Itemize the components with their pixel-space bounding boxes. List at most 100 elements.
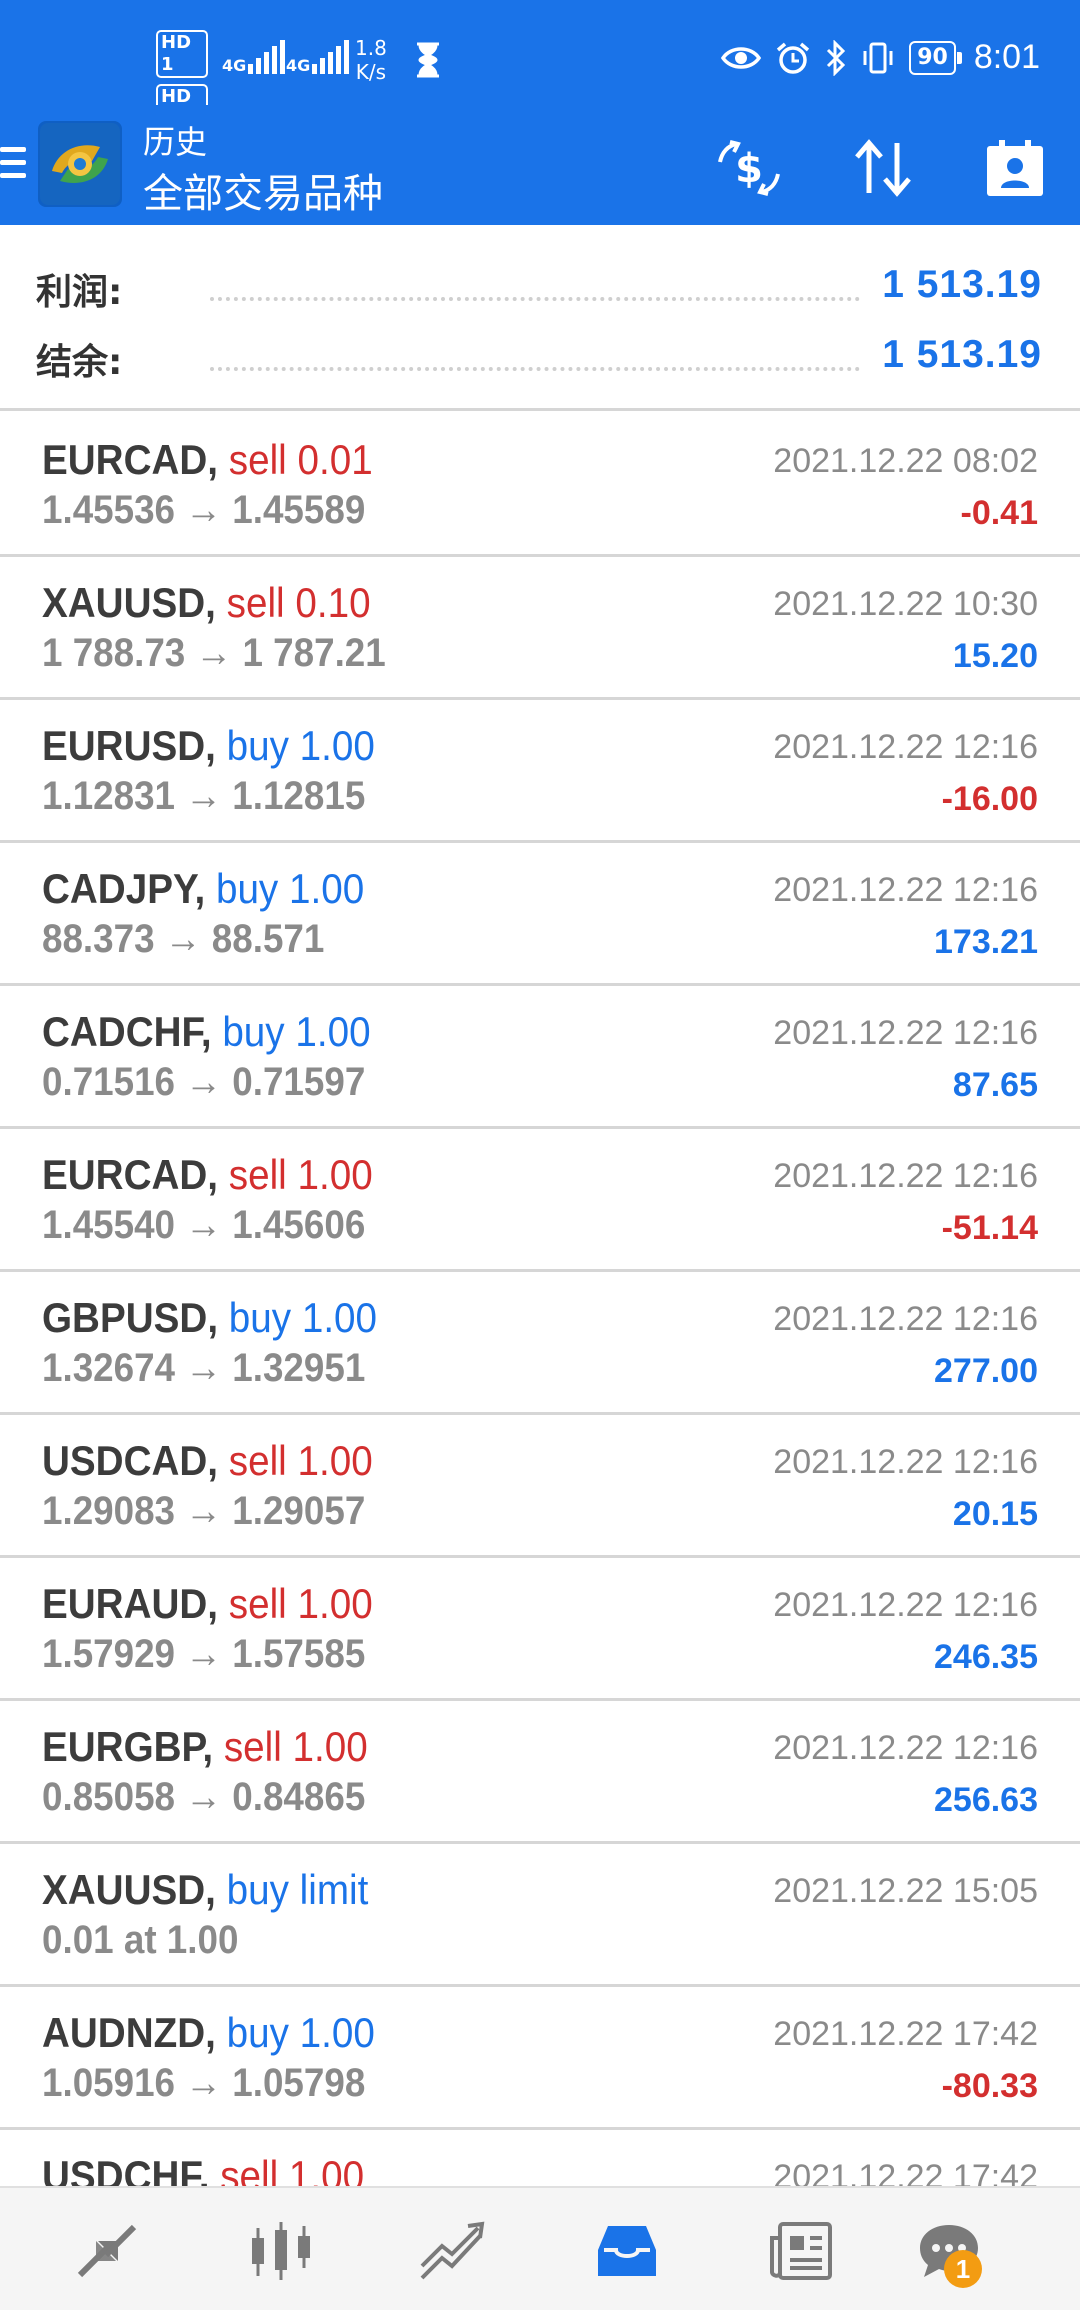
trade-prices: 1.45540 → 1.45606 xyxy=(42,1203,366,1247)
trade-profit: 256.63 xyxy=(934,1781,1038,1819)
bottom-navigation: 1 xyxy=(0,2186,1080,2310)
trade-time: 2021.12.22 12:16 xyxy=(773,1443,1038,1481)
speed-value: 1.8 xyxy=(355,36,387,60)
hd1-label: HD 1 xyxy=(156,30,208,78)
battery-icon: 90 xyxy=(909,40,962,75)
trade-icon[interactable] xyxy=(418,2218,488,2284)
trade-time: 2021.12.22 12:16 xyxy=(773,871,1038,909)
trade-row[interactable]: XAUUSD, sell 0.10 1 788.73 → 1 787.21 20… xyxy=(0,557,1080,700)
trade-history-list[interactable]: EURCAD, sell 0.01 1.45536 → 1.45589 2021… xyxy=(0,414,1080,2186)
symbol: EURUSD, xyxy=(42,722,216,769)
trade-prices: 88.373 → 88.571 xyxy=(42,917,325,961)
trade-action: sell 1.00 xyxy=(220,2152,365,2186)
trade-row[interactable]: USDCHF, sell 1.00 2021.12.22 17:42 xyxy=(0,2130,1080,2186)
trade-action: sell 0.01 xyxy=(228,436,373,483)
news-icon[interactable] xyxy=(766,2218,836,2284)
trade-profit: 20.15 xyxy=(952,1495,1038,1533)
symbol: CADCHF, xyxy=(42,1008,212,1055)
trade-action: buy limit xyxy=(226,1866,369,1913)
summary-panel: 利润: 1 513.19 结余: 1 513.19 xyxy=(0,225,1080,411)
symbol: EURCAD, xyxy=(42,436,219,483)
trade-title: EURCAD, sell 0.01 xyxy=(42,436,373,484)
trade-time: 2021.12.22 15:05 xyxy=(773,1872,1038,1910)
history-icon[interactable] xyxy=(592,2218,662,2284)
battery-level: 90 xyxy=(917,44,948,70)
trade-profit: 15.20 xyxy=(952,637,1038,675)
order-row[interactable]: XAUUSD, buy limit 0.01 at 1.00 2021.12.2… xyxy=(0,1844,1080,1987)
trade-row[interactable]: EURGBP, sell 1.00 0.85058 → 0.84865 2021… xyxy=(0,1701,1080,1844)
bluetooth-icon xyxy=(827,39,846,76)
symbol: CADJPY, xyxy=(42,865,206,912)
trade-time: 2021.12.22 12:16 xyxy=(773,728,1038,766)
network-speed: 1.8 K/s xyxy=(355,36,387,84)
trade-title: EURAUD, sell 1.00 xyxy=(42,1580,373,1628)
symbol: GBPUSD, xyxy=(42,1294,219,1341)
messages-icon[interactable]: 1 xyxy=(914,2218,984,2288)
menu-icon[interactable] xyxy=(0,147,26,183)
sort-icon[interactable] xyxy=(848,133,918,203)
trade-title: EURCAD, sell 1.00 xyxy=(42,1151,373,1199)
trade-row[interactable]: CADCHF, buy 1.00 0.71516 → 0.71597 2021.… xyxy=(0,986,1080,1129)
trade-time: 2021.12.22 12:16 xyxy=(773,1586,1038,1624)
trade-prices: 1.45536 → 1.45589 xyxy=(42,488,366,532)
dotted-leader xyxy=(210,297,860,301)
trade-action: sell 0.10 xyxy=(226,579,371,626)
speed-unit: K/s xyxy=(355,60,387,84)
symbol: USDCHF, xyxy=(42,2152,210,2186)
trade-row[interactable]: EURAUD, sell 1.00 1.57929 → 1.57585 2021… xyxy=(0,1558,1080,1701)
trade-profit: 246.35 xyxy=(934,1638,1038,1676)
trade-row[interactable]: CADJPY, buy 1.00 88.373 → 88.571 2021.12… xyxy=(0,843,1080,986)
trade-row[interactable]: GBPUSD, buy 1.00 1.32674 → 1.32951 2021.… xyxy=(0,1272,1080,1415)
trade-time: 2021.12.22 17:42 xyxy=(773,2158,1038,2186)
cell-signal-2-icon: 4G xyxy=(286,40,352,74)
profit-value: 1 513.19 xyxy=(882,263,1042,306)
symbol: AUDNZD, xyxy=(42,2009,216,2056)
trade-title: GBPUSD, buy 1.00 xyxy=(42,1294,377,1342)
alarm-icon xyxy=(777,42,810,74)
trade-action: buy 1.00 xyxy=(222,1008,371,1055)
trade-title: CADCHF, buy 1.00 xyxy=(42,1008,371,1056)
trade-title: EURGBP, sell 1.00 xyxy=(42,1723,368,1771)
trade-prices: 1 788.73 → 1 787.21 xyxy=(42,631,386,675)
symbol: EURGBP, xyxy=(42,1723,214,1770)
trade-profit: -0.41 xyxy=(960,494,1039,532)
clock: 8:01 xyxy=(973,38,1040,76)
trade-action: sell 1.00 xyxy=(228,1437,373,1484)
trade-action: sell 1.00 xyxy=(228,1580,373,1627)
trade-action: buy 1.00 xyxy=(226,722,375,769)
vibrate-icon xyxy=(863,42,893,73)
trade-title: XAUUSD, buy limit xyxy=(42,1866,368,1914)
currency-exchange-icon[interactable]: $ xyxy=(714,133,784,203)
quotes-icon[interactable] xyxy=(72,2218,142,2284)
account-icon[interactable] xyxy=(980,133,1050,203)
trade-title: AUDNZD, buy 1.00 xyxy=(42,2009,375,2057)
trade-prices: 0.71516 → 0.71597 xyxy=(42,1060,366,1104)
trade-time: 2021.12.22 10:30 xyxy=(773,585,1038,623)
balance-value: 1 513.19 xyxy=(882,333,1042,376)
trade-row[interactable]: AUDNZD, buy 1.00 1.05916 → 1.05798 2021.… xyxy=(0,1987,1080,2130)
balance-row: 结余: 1 513.19 xyxy=(0,325,1080,385)
trade-row[interactable]: EURCAD, sell 0.01 1.45536 → 1.45589 2021… xyxy=(0,414,1080,557)
trade-time: 2021.12.22 17:42 xyxy=(773,2015,1038,2053)
page-title[interactable]: 全部交易品种 xyxy=(143,161,383,219)
trade-row[interactable]: EURCAD, sell 1.00 1.45540 → 1.45606 2021… xyxy=(0,1129,1080,1272)
trade-action: sell 1.00 xyxy=(223,1723,368,1770)
trade-profit: 173.21 xyxy=(934,923,1038,961)
trade-action: buy 1.00 xyxy=(215,865,365,912)
metatrader-logo[interactable] xyxy=(38,121,122,207)
trade-prices: 1.32674 → 1.32951 xyxy=(42,1346,366,1390)
trade-prices: 1.57929 → 1.57585 xyxy=(42,1632,366,1676)
symbol: EURCAD, xyxy=(42,1151,219,1198)
chart-icon[interactable] xyxy=(246,2218,316,2284)
svg-text:$: $ xyxy=(735,146,763,192)
trade-row[interactable]: EURUSD, buy 1.00 1.12831 → 1.12815 2021.… xyxy=(0,700,1080,843)
trade-time: 2021.12.22 12:16 xyxy=(773,1729,1038,1767)
trade-prices: 1.12831 → 1.12815 xyxy=(42,774,366,818)
eye-icon xyxy=(721,46,762,69)
trade-profit: -51.14 xyxy=(941,1209,1038,1247)
trade-title: XAUUSD, sell 0.10 xyxy=(42,579,371,627)
trade-row[interactable]: USDCAD, sell 1.00 1.29083 → 1.29057 2021… xyxy=(0,1415,1080,1558)
hourglass-icon xyxy=(417,42,439,78)
trade-time: 2021.12.22 08:02 xyxy=(773,442,1038,480)
cell-signal-1-icon: 4G xyxy=(222,40,288,74)
